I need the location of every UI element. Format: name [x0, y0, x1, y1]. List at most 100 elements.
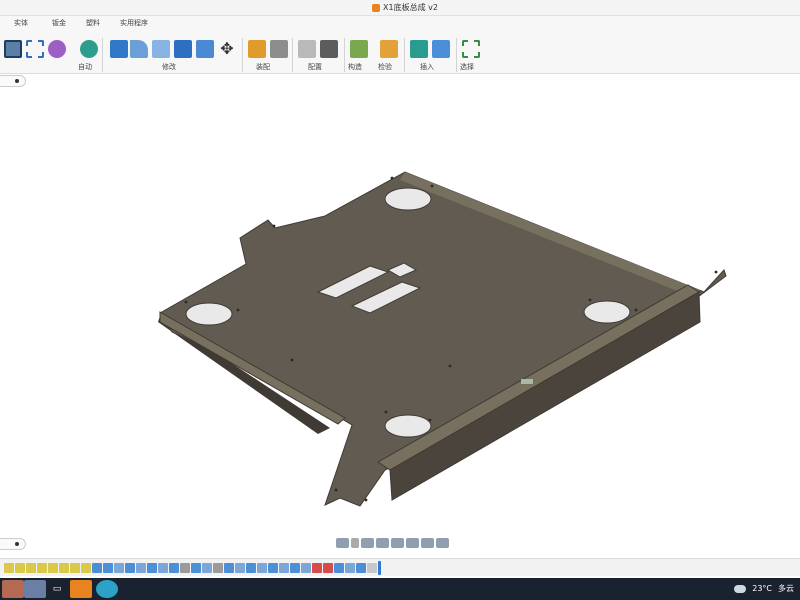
display-settings-icon[interactable]	[406, 538, 419, 548]
separator	[292, 38, 293, 72]
group-select[interactable]: 选择	[460, 62, 474, 72]
timeline-feature-icon[interactable]	[312, 563, 322, 573]
group-inspect[interactable]: 检验	[378, 62, 392, 72]
corner-hole	[384, 187, 432, 211]
edge-browser-icon[interactable]	[96, 580, 118, 598]
timeline-feature-icon[interactable]	[246, 563, 256, 573]
app-icon[interactable]	[24, 580, 46, 598]
offset-plane-icon[interactable]	[350, 40, 368, 58]
weather-desc[interactable]: 多云	[778, 583, 794, 594]
timeline-feature-icon[interactable]	[136, 563, 146, 573]
timeline-feature-icon[interactable]	[301, 563, 311, 573]
automate-icon[interactable]	[80, 40, 98, 58]
tab-solid[interactable]: 实体	[14, 18, 28, 28]
timeline-feature-icon[interactable]	[323, 563, 333, 573]
group-automate[interactable]: 自动	[78, 62, 92, 72]
table-icon[interactable]	[320, 40, 338, 58]
timeline-feature-icon[interactable]	[356, 563, 366, 573]
combine-icon[interactable]	[174, 40, 192, 58]
timeline-features	[4, 561, 381, 575]
joint-icon[interactable]	[270, 40, 288, 58]
group-configure[interactable]: 配置	[308, 62, 322, 72]
fusion-app-icon[interactable]	[70, 580, 92, 598]
fillet-icon[interactable]	[130, 40, 148, 58]
configure-icon[interactable]	[298, 40, 316, 58]
timeline-feature-icon[interactable]	[224, 563, 234, 573]
canvas-viewport[interactable]	[0, 88, 800, 534]
timeline-feature-icon[interactable]	[26, 563, 36, 573]
shell-icon[interactable]	[152, 40, 170, 58]
group-modify[interactable]: 修改	[162, 62, 176, 72]
timeline-feature-icon[interactable]	[158, 563, 168, 573]
timeline-feature-icon[interactable]	[48, 563, 58, 573]
timeline-feature-icon[interactable]	[15, 563, 25, 573]
navigation-bar	[336, 537, 449, 549]
timeline-feature-icon[interactable]	[345, 563, 355, 573]
fit-icon[interactable]	[391, 538, 404, 548]
group-assemble[interactable]: 装配	[256, 62, 270, 72]
look-at-icon[interactable]	[351, 538, 359, 548]
timeline-feature-icon[interactable]	[235, 563, 245, 573]
document-title: X1底板总成 v2	[372, 2, 438, 13]
timeline-feature-icon[interactable]	[191, 563, 201, 573]
timeline-feature-icon[interactable]	[367, 563, 377, 573]
timeline-feature-icon[interactable]	[213, 563, 223, 573]
weather-temp[interactable]: 23°C	[752, 584, 772, 593]
system-tray: 23°C 多云	[734, 583, 794, 594]
tab-utilities[interactable]: 实用程序	[120, 18, 148, 28]
timeline-feature-icon[interactable]	[147, 563, 157, 573]
document-icon	[372, 3, 380, 12]
offset-face-icon[interactable]	[196, 40, 214, 58]
task-view-icon[interactable]: ▭	[46, 580, 68, 598]
timeline-feature-icon[interactable]	[114, 563, 124, 573]
insert-derive-icon[interactable]	[410, 40, 428, 58]
user-avatar[interactable]	[2, 580, 24, 598]
new-component-icon[interactable]	[248, 40, 266, 58]
tab-plastic[interactable]: 塑料	[86, 18, 100, 28]
timeline-feature-icon[interactable]	[334, 563, 344, 573]
pivot-marker	[521, 379, 533, 384]
browser-toggle[interactable]	[0, 75, 26, 87]
pan-icon[interactable]	[361, 538, 374, 548]
timeline-feature-icon[interactable]	[70, 563, 80, 573]
select-icon[interactable]	[462, 40, 480, 58]
timeline-feature-icon[interactable]	[268, 563, 278, 573]
group-construct[interactable]: 构造	[348, 62, 362, 72]
zoom-icon[interactable]	[376, 538, 389, 548]
corner-hole	[384, 414, 432, 438]
model-view[interactable]	[0, 88, 800, 534]
separator	[404, 38, 405, 72]
move-icon[interactable]: ✥	[218, 40, 236, 58]
timeline-feature-icon[interactable]	[59, 563, 69, 573]
timeline-feature-icon[interactable]	[180, 563, 190, 573]
form-icon[interactable]	[48, 40, 66, 58]
viewports-icon[interactable]	[436, 538, 449, 548]
orbit-icon[interactable]	[336, 538, 349, 548]
grid-settings-icon[interactable]	[421, 538, 434, 548]
taskbar: ▭ 23°C 多云	[0, 578, 800, 600]
timeline-feature-icon[interactable]	[125, 563, 135, 573]
tab-sheet-metal[interactable]: 钣金	[52, 18, 66, 28]
insert-image-icon[interactable]	[432, 40, 450, 58]
comments-toggle[interactable]	[0, 538, 26, 550]
separator	[102, 38, 103, 72]
timeline-feature-icon[interactable]	[103, 563, 113, 573]
timeline-marker-icon[interactable]	[378, 561, 381, 575]
press-pull-icon[interactable]	[110, 40, 128, 58]
timeline-bar	[0, 558, 800, 576]
timeline-feature-icon[interactable]	[37, 563, 47, 573]
timeline-feature-icon[interactable]	[257, 563, 267, 573]
group-insert[interactable]: 插入	[420, 62, 434, 72]
timeline-feature-icon[interactable]	[202, 563, 212, 573]
timeline-feature-icon[interactable]	[169, 563, 179, 573]
timeline-feature-icon[interactable]	[92, 563, 102, 573]
measure-icon[interactable]	[380, 40, 398, 58]
separator	[456, 38, 457, 72]
separator	[344, 38, 345, 72]
create-sketch-icon[interactable]	[4, 40, 22, 58]
timeline-feature-icon[interactable]	[279, 563, 289, 573]
timeline-feature-icon[interactable]	[4, 563, 14, 573]
project-sketch-icon[interactable]	[26, 40, 44, 58]
timeline-feature-icon[interactable]	[290, 563, 300, 573]
timeline-feature-icon[interactable]	[81, 563, 91, 573]
